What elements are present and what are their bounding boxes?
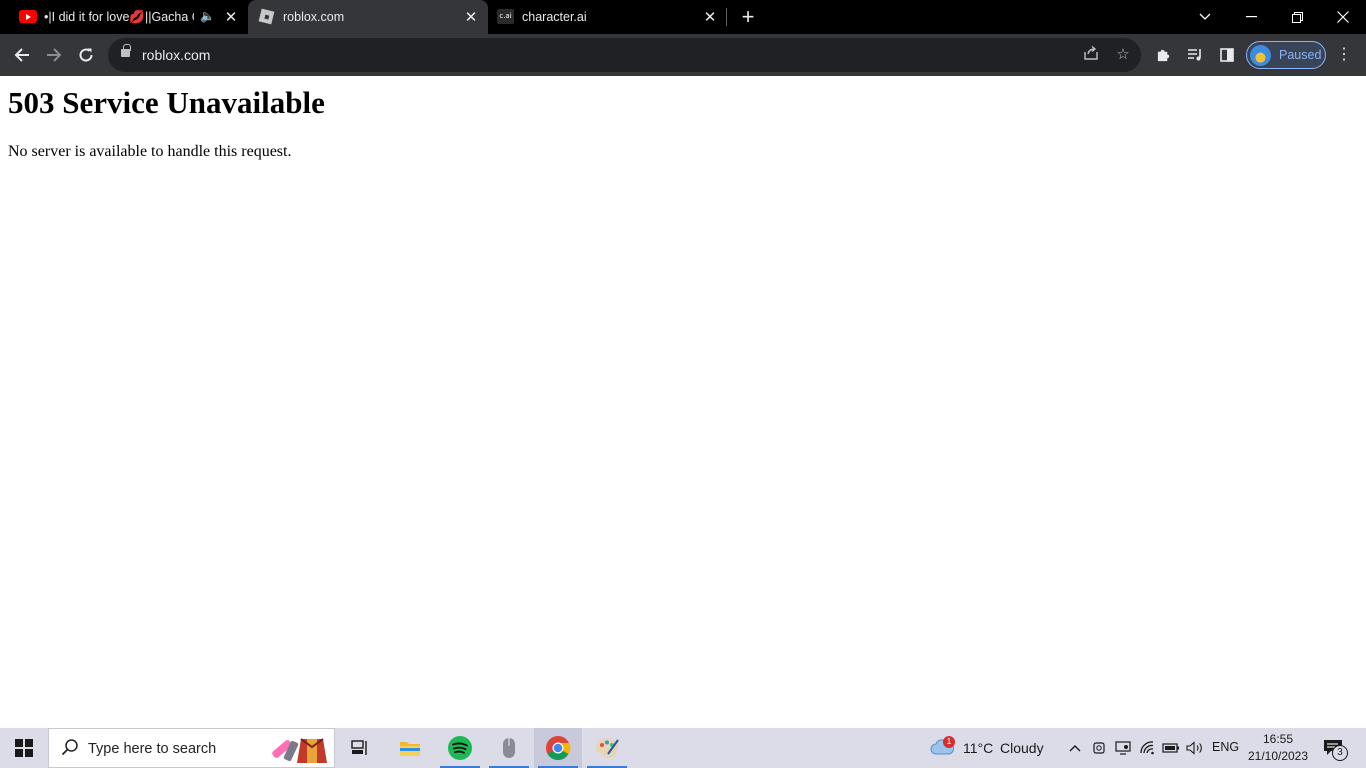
menu-kebab-icon[interactable]: ⋮ xyxy=(1333,44,1355,66)
search-placeholder: Type here to search xyxy=(88,741,217,757)
address-text[interactable]: roblox.com xyxy=(142,47,210,63)
volume-icon[interactable] xyxy=(1186,739,1204,757)
tab-separator xyxy=(726,8,727,26)
clock[interactable]: 16:55 21/10/2023 xyxy=(1243,731,1313,765)
back-button[interactable] xyxy=(8,41,36,69)
tab-search-button[interactable] xyxy=(1182,0,1228,34)
bookmark-star-icon[interactable]: ☆ xyxy=(1113,45,1133,65)
task-view-button[interactable] xyxy=(336,728,384,768)
restore-icon xyxy=(1291,11,1303,23)
search-icon xyxy=(61,738,79,761)
share-icon[interactable] xyxy=(1081,45,1101,65)
reload-icon xyxy=(79,48,93,62)
mouse-icon xyxy=(503,738,515,758)
spotify-button[interactable] xyxy=(436,728,484,768)
task-view-icon xyxy=(351,740,367,755)
page-content: 503 Service Unavailable No server is ava… xyxy=(0,76,1366,728)
start-button[interactable] xyxy=(0,728,48,768)
minimize-button[interactable] xyxy=(1228,0,1274,34)
close-tab-icon[interactable]: ✕ xyxy=(222,8,240,26)
tab-roblox[interactable]: roblox.com ✕ xyxy=(248,0,488,34)
file-explorer-button[interactable] xyxy=(386,728,434,768)
taskbar-search[interactable]: Type here to search xyxy=(48,728,335,768)
tab-strip: •|I did it for love💋||Gacha C 🔈 ✕ roblox… xyxy=(0,0,1366,34)
forward-button[interactable] xyxy=(40,41,68,69)
close-window-button[interactable] xyxy=(1320,0,1366,34)
new-tab-button[interactable]: + xyxy=(737,4,759,30)
mouse-app-button[interactable] xyxy=(485,728,533,768)
tab-title: •|I did it for love💋||Gacha C xyxy=(44,9,194,24)
character-ai-icon: c.ai xyxy=(497,9,514,24)
weather-alert-badge: 1 xyxy=(943,736,955,748)
avatar xyxy=(1250,45,1271,66)
battery-icon[interactable] xyxy=(1162,739,1180,757)
clock-date: 21/10/2023 xyxy=(1247,749,1309,763)
speaker-icon[interactable]: 🔈 xyxy=(200,9,215,23)
media-queue-icon[interactable] xyxy=(1184,44,1206,66)
weather-temperature: 11°C xyxy=(963,740,994,756)
arrow-right-icon xyxy=(47,48,62,62)
page-title: 503 Service Unavailable xyxy=(8,85,325,120)
tab-title: roblox.com xyxy=(283,10,345,24)
weather-widget[interactable]: 1 11°C Cloudy xyxy=(928,728,1048,768)
search-highlight-illustration xyxy=(272,738,327,763)
chevron-up-icon[interactable] xyxy=(1066,739,1084,757)
arrow-left-icon xyxy=(14,48,29,62)
close-tab-icon[interactable]: ✕ xyxy=(701,8,719,26)
browser-toolbar: roblox.com ☆ Paused ⋮ xyxy=(0,34,1366,76)
close-tab-icon[interactable]: ✕ xyxy=(462,8,480,26)
weather-condition: Cloudy xyxy=(1000,740,1044,756)
paint-palette-icon xyxy=(595,738,619,759)
profile-status: Paused xyxy=(1279,48,1322,62)
tab-character-ai[interactable]: c.ai character.ai ✕ xyxy=(488,0,728,34)
profile-button[interactable]: Paused xyxy=(1246,41,1326,69)
input-language[interactable]: ENG xyxy=(1212,740,1239,754)
camera-icon[interactable] xyxy=(1090,739,1108,757)
folder-icon xyxy=(400,742,420,756)
address-bar[interactable]: roblox.com ☆ xyxy=(108,38,1141,72)
chevron-down-icon xyxy=(1199,13,1211,20)
extensions-puzzle-icon[interactable] xyxy=(1152,44,1174,66)
restore-button[interactable] xyxy=(1274,0,1320,34)
notification-count-badge: 3 xyxy=(1332,745,1348,761)
youtube-icon xyxy=(19,10,37,23)
side-panel-icon[interactable] xyxy=(1216,44,1238,66)
windows-icon xyxy=(15,739,33,757)
display-icon[interactable] xyxy=(1114,739,1132,757)
minimize-icon xyxy=(1245,16,1257,18)
reload-button[interactable] xyxy=(72,41,100,69)
chrome-button[interactable] xyxy=(534,728,582,768)
lock-icon[interactable] xyxy=(121,44,131,57)
paint-button[interactable] xyxy=(583,728,631,768)
spotify-icon xyxy=(448,736,472,760)
taskbar: Type here to search 1 11°C Cloudy ENG 16… xyxy=(0,728,1366,768)
tab-title: character.ai xyxy=(522,10,587,24)
wifi-icon[interactable] xyxy=(1139,739,1157,757)
close-icon xyxy=(1337,11,1349,23)
error-message: No server is available to handle this re… xyxy=(8,143,292,160)
notification-center-button[interactable]: 3 xyxy=(1323,737,1348,761)
clock-time: 16:55 xyxy=(1262,732,1294,746)
tab-youtube[interactable]: •|I did it for love💋||Gacha C 🔈 ✕ xyxy=(8,0,248,34)
roblox-icon xyxy=(258,8,275,25)
chrome-icon xyxy=(546,736,571,761)
